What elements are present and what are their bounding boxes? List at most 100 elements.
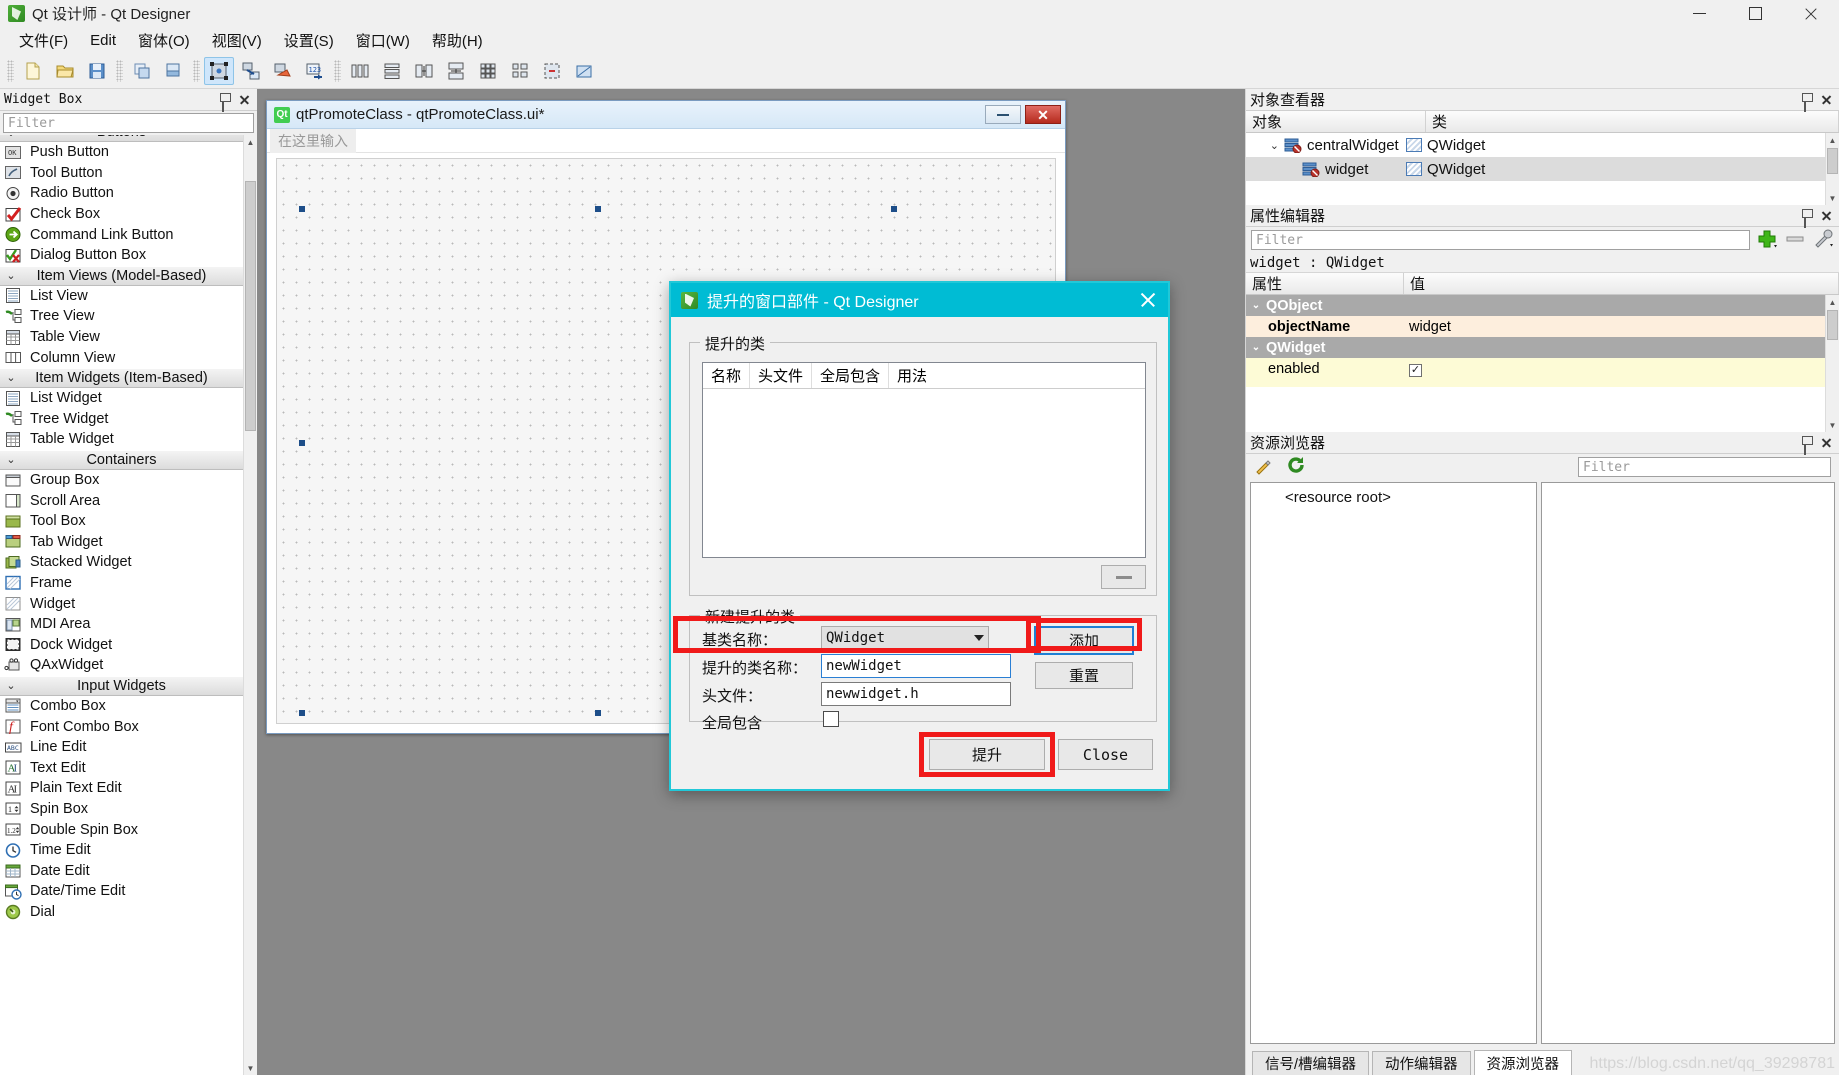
widget-box-category-buttons[interactable]: ⌄ Buttons: [0, 135, 243, 142]
menu-file[interactable]: 文件(F): [8, 27, 79, 54]
widget-box-category-item-widgets[interactable]: ⌄ Item Widgets (Item-Based): [0, 367, 243, 388]
close-icon[interactable]: [1821, 210, 1832, 221]
form-menu-bar[interactable]: 在这里输入: [267, 128, 1065, 153]
break-layout-icon[interactable]: [537, 57, 567, 85]
maximize-button[interactable]: [1727, 0, 1783, 27]
promote-button[interactable]: 提升: [929, 739, 1045, 770]
widget-box-filter-input[interactable]: Filter: [3, 113, 254, 133]
scroll-up-arrow-icon[interactable]: ▲: [1826, 295, 1839, 309]
remove-icon[interactable]: [1784, 228, 1806, 252]
property-editor-table[interactable]: ⌄ QObject objectName widget ⌄ QWidget en…: [1246, 295, 1839, 432]
layout-splitter-h-icon[interactable]: [409, 57, 439, 85]
menu-view[interactable]: 视图(V): [201, 27, 273, 54]
widget-item-tree-view[interactable]: Tree View: [0, 306, 243, 327]
widget-item-text-edit[interactable]: AI Text Edit: [0, 757, 243, 779]
promoted-classes-table[interactable]: 名称 头文件 全局包含 用法: [702, 362, 1146, 558]
scroll-up-arrow-icon[interactable]: ▲: [244, 135, 257, 149]
property-value[interactable]: widget: [1403, 319, 1839, 335]
edit-resources-icon[interactable]: [1254, 455, 1274, 479]
menu-help[interactable]: 帮助(H): [421, 27, 494, 54]
close-button[interactable]: [1783, 0, 1839, 27]
widget-item-double-spin-box[interactable]: 1.2 Double Spin Box: [0, 819, 243, 840]
minimize-button[interactable]: [1671, 0, 1727, 27]
widget-item-list-widget[interactable]: List Widget: [0, 387, 243, 409]
menu-settings[interactable]: 设置(S): [273, 27, 345, 54]
open-file-icon[interactable]: [50, 57, 80, 85]
widget-item-mdi-area[interactable]: MDI Area: [0, 613, 243, 635]
property-row-enabled[interactable]: enabled ✓: [1246, 358, 1839, 379]
add-button[interactable]: 添加: [1034, 626, 1134, 655]
widget-item-plain-text-edit[interactable]: AI Plain Text Edit: [0, 778, 243, 799]
widget-item-group-box[interactable]: Group Box: [0, 469, 243, 491]
widget-item-column-view[interactable]: Column View: [0, 347, 243, 368]
table-row[interactable]: widget QWidget: [1246, 157, 1839, 181]
scroll-up-arrow-icon[interactable]: ▲: [1826, 133, 1839, 147]
menu-window[interactable]: 窗口(W): [345, 27, 421, 54]
layout-splitter-v-icon[interactable]: [441, 57, 471, 85]
widget-item-date-time-edit[interactable]: Date/Time Edit: [0, 881, 243, 902]
widget-item-table-view[interactable]: Table View: [0, 326, 243, 348]
layout-form-icon[interactable]: [505, 57, 535, 85]
widget-item-dialog-button-box[interactable]: Dialog Button Box: [0, 244, 243, 266]
reload-icon[interactable]: [1286, 455, 1306, 479]
close-icon[interactable]: [1821, 437, 1832, 448]
property-editor-scrollbar[interactable]: ▲ ▼: [1825, 295, 1839, 432]
widget-box-category-containers[interactable]: ⌄ Containers: [0, 449, 243, 470]
column-header-property[interactable]: 属性: [1246, 273, 1404, 294]
float-icon[interactable]: [222, 94, 233, 112]
toolbar-grip-3[interactable]: [193, 59, 200, 82]
float-icon[interactable]: [1804, 94, 1815, 112]
toolbar-grip-2[interactable]: [116, 59, 123, 82]
save-file-icon[interactable]: [82, 57, 112, 85]
widget-item-combo-box[interactable]: Combo Box: [0, 695, 243, 717]
resource-preview-pane[interactable]: [1541, 482, 1835, 1044]
menu-form[interactable]: 窗体(O): [127, 27, 201, 54]
scrollbar-thumb[interactable]: [1827, 148, 1838, 174]
property-group-qwidget[interactable]: ⌄ QWidget: [1246, 337, 1839, 358]
property-filter-input[interactable]: Filter: [1251, 230, 1750, 250]
object-inspector-scrollbar[interactable]: ▲ ▼: [1825, 133, 1839, 205]
widget-item-list-view[interactable]: List View: [0, 285, 243, 307]
resource-root-node[interactable]: <resource root>: [1259, 489, 1528, 506]
selection-handle[interactable]: [595, 710, 601, 716]
widget-item-spin-box[interactable]: 1 Spin Box: [0, 798, 243, 820]
tab-action-editor[interactable]: 动作编辑器: [1372, 1051, 1471, 1075]
float-icon[interactable]: [1804, 437, 1815, 455]
widget-item-scroll-area[interactable]: Scroll Area: [0, 490, 243, 511]
column-header-headerfile[interactable]: 头文件: [750, 363, 813, 388]
header-file-input[interactable]: newwidget.h: [821, 682, 1011, 706]
widget-item-date-edit[interactable]: Date Edit: [0, 860, 243, 881]
resource-filter-input[interactable]: Filter: [1578, 457, 1831, 477]
column-header-globalinclude[interactable]: 全局包含: [812, 363, 890, 388]
form-window-title-bar[interactable]: Qt qtPromoteClass - qtPromoteClass.ui* ✕: [267, 101, 1065, 129]
widget-item-table-widget[interactable]: Table Widget: [0, 429, 243, 450]
adjust-size-icon[interactable]: [569, 57, 599, 85]
form-menu-placeholder[interactable]: 在这里输入: [270, 128, 356, 153]
property-group-qobject[interactable]: ⌄ QObject: [1246, 295, 1839, 316]
chevron-down-icon[interactable]: ⌄: [1246, 139, 1284, 152]
scroll-down-arrow-icon[interactable]: ▼: [1826, 418, 1839, 432]
remove-promoted-button[interactable]: [1101, 565, 1146, 589]
form-minimize-button[interactable]: [985, 105, 1021, 124]
edit-widgets-icon[interactable]: [204, 56, 234, 85]
enabled-checkbox[interactable]: ✓: [1409, 363, 1422, 377]
tab-signal-slot-editor[interactable]: 信号/槽编辑器: [1252, 1051, 1370, 1075]
form-close-button[interactable]: ✕: [1025, 105, 1061, 124]
scrollbar-thumb[interactable]: [1827, 310, 1838, 340]
layout-horizontally-icon[interactable]: [345, 57, 375, 85]
widget-item-widget[interactable]: Widget: [0, 593, 243, 614]
widget-item-tab-widget[interactable]: Tab Widget: [0, 531, 243, 553]
widget-item-radio-button[interactable]: Radio Button: [0, 183, 243, 204]
new-file-icon[interactable]: [18, 57, 48, 85]
base-class-combo[interactable]: QWidget: [821, 626, 989, 650]
property-row-objectname[interactable]: objectName widget: [1246, 316, 1839, 337]
column-header-name[interactable]: 名称: [703, 363, 751, 388]
toolbar-grip[interactable]: [7, 59, 14, 82]
close-icon[interactable]: [239, 94, 250, 105]
selection-handle[interactable]: [299, 206, 305, 212]
widget-item-tool-button[interactable]: Tool Button: [0, 162, 243, 184]
resource-tree-pane[interactable]: <resource root>: [1250, 482, 1537, 1044]
toolbar-grip-4[interactable]: [334, 59, 341, 82]
dialog-close-button[interactable]: [1138, 290, 1158, 310]
paste-icon[interactable]: [159, 57, 189, 85]
